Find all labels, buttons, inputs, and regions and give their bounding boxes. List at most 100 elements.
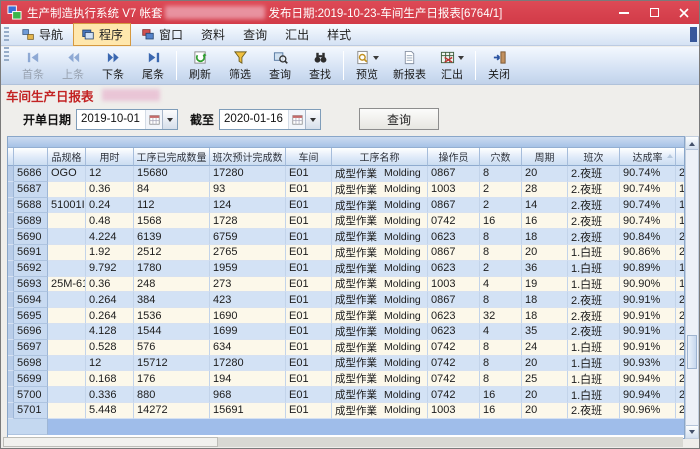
table-row[interactable]: 56904.22461396759E01成型作業Molding06238182.… xyxy=(8,229,684,245)
cell-process[interactable]: 成型作業Molding xyxy=(332,182,428,198)
cell-hours[interactable]: 0.168 xyxy=(86,371,134,387)
horizontal-scroll-thumb[interactable] xyxy=(3,437,218,447)
cell-operator[interactable]: 0623 xyxy=(428,261,480,277)
cell-extra[interactable]: 2 xyxy=(676,245,685,261)
cell-rate[interactable]: 90.90% xyxy=(620,277,676,293)
scroll-down-icon[interactable] xyxy=(686,425,698,438)
cell-cycle[interactable]: 16 xyxy=(522,213,568,229)
vertical-scroll-thumb[interactable] xyxy=(687,335,697,369)
cell-done[interactable]: 1568 xyxy=(134,213,210,229)
cell-workshop[interactable]: E01 xyxy=(286,371,332,387)
cell-done[interactable]: 6139 xyxy=(134,229,210,245)
cell-plan[interactable]: 634 xyxy=(210,340,286,356)
row-number-cell[interactable]: 5686 xyxy=(14,166,48,182)
cell-plan[interactable]: 968 xyxy=(210,387,286,403)
dropdown-arrow-icon[interactable] xyxy=(373,56,379,63)
end-date-input[interactable]: 2020-01-16 xyxy=(219,109,321,130)
cell-extra[interactable]: 2 xyxy=(676,308,685,324)
cell-cavities[interactable]: 2 xyxy=(480,198,522,214)
cell-hours[interactable]: 0.48 xyxy=(86,213,134,229)
cell-cycle[interactable]: 18 xyxy=(522,308,568,324)
cell-operator[interactable]: 0867 xyxy=(428,198,480,214)
export-button[interactable]: 汇出 xyxy=(432,47,472,84)
cell-shift[interactable]: 2.夜班 xyxy=(568,324,620,340)
cell-cycle[interactable]: 14 xyxy=(522,198,568,214)
row-number-cell[interactable]: 5695 xyxy=(14,308,48,324)
column-header-operator[interactable]: 操作员 xyxy=(428,148,480,166)
cell-operator[interactable]: 0867 xyxy=(428,245,480,261)
cell-extra[interactable]: 1 xyxy=(676,213,685,229)
cell-workshop[interactable]: E01 xyxy=(286,166,332,182)
cell-rate[interactable]: 90.74% xyxy=(620,166,676,182)
cell-cavities[interactable]: 2 xyxy=(480,182,522,198)
cell-workshop[interactable]: E01 xyxy=(286,245,332,261)
table-row[interactable]: 5686OGO121568017280E01成型作業Molding0867820… xyxy=(8,166,684,182)
cell-operator[interactable]: 0623 xyxy=(428,308,480,324)
cell-cavities[interactable]: 16 xyxy=(480,403,522,419)
cell-process[interactable]: 成型作業Molding xyxy=(332,261,428,277)
column-header-done[interactable]: 工序已完成数量 xyxy=(134,148,210,166)
cell-spec[interactable] xyxy=(48,182,86,198)
cell-process[interactable]: 成型作業Molding xyxy=(332,277,428,293)
dropdown-arrow-icon[interactable] xyxy=(458,56,464,63)
cell-extra[interactable]: 2 xyxy=(676,166,685,182)
cell-hours[interactable]: 12 xyxy=(86,356,134,372)
cell-cycle[interactable]: 20 xyxy=(522,245,568,261)
cell-spec[interactable] xyxy=(48,229,86,245)
row-number-cell[interactable]: 5693 xyxy=(14,277,48,293)
cell-spec[interactable] xyxy=(48,340,86,356)
cell-workshop[interactable]: E01 xyxy=(286,182,332,198)
cell-workshop[interactable]: E01 xyxy=(286,324,332,340)
table-row[interactable]: 56940.264384423E01成型作業Molding08678182.夜班… xyxy=(8,292,684,308)
cell-shift[interactable]: 1.白班 xyxy=(568,356,620,372)
cell-workshop[interactable]: E01 xyxy=(286,403,332,419)
cell-workshop[interactable]: E01 xyxy=(286,213,332,229)
cell-extra[interactable]: 2 xyxy=(676,229,685,245)
row-number-cell[interactable]: 5698 xyxy=(14,356,48,372)
cell-cycle[interactable]: 36 xyxy=(522,261,568,277)
cell-hours[interactable]: 5.448 xyxy=(86,403,134,419)
column-header-hours[interactable]: 用时 xyxy=(86,148,134,166)
cell-rate[interactable]: 90.91% xyxy=(620,340,676,356)
table-row[interactable]: 569325M-610.36248273E01成型作業Molding100341… xyxy=(8,277,684,293)
cell-shift[interactable]: 2.夜班 xyxy=(568,229,620,245)
cell-extra[interactable]: 2 xyxy=(676,356,685,372)
query-button[interactable]: 查询 xyxy=(359,108,439,130)
cell-cycle[interactable]: 19 xyxy=(522,277,568,293)
table-row[interactable]: 56911.9225122765E01成型作業Molding08678201.白… xyxy=(8,245,684,261)
cell-workshop[interactable]: E01 xyxy=(286,229,332,245)
cell-cavities[interactable]: 8 xyxy=(480,356,522,372)
cell-plan[interactable]: 1959 xyxy=(210,261,286,277)
cell-cycle[interactable]: 24 xyxy=(522,340,568,356)
new-report-button[interactable]: 新报表 xyxy=(387,47,432,84)
cell-hours[interactable]: 0.528 xyxy=(86,340,134,356)
column-header-extra[interactable] xyxy=(676,148,685,166)
scroll-up-icon[interactable] xyxy=(686,137,698,150)
cell-rate[interactable]: 90.74% xyxy=(620,213,676,229)
maximize-button[interactable] xyxy=(639,1,669,24)
row-number-cell[interactable]: 5687 xyxy=(14,182,48,198)
table-row[interactable]: 57000.336880968E01成型作業Molding074216201.白… xyxy=(8,387,684,403)
cell-extra[interactable]: 1 xyxy=(676,277,685,293)
cell-process[interactable]: 成型作業Molding xyxy=(332,356,428,372)
column-header-rate[interactable]: 达成率 xyxy=(620,148,676,166)
column-header-process[interactable]: 工序名称 xyxy=(332,148,428,166)
cell-rate[interactable]: 90.91% xyxy=(620,292,676,308)
cell-rate[interactable]: 90.89% xyxy=(620,261,676,277)
last-record-button[interactable]: 尾条 xyxy=(133,47,173,84)
cell-cycle[interactable]: 20 xyxy=(522,166,568,182)
cell-rate[interactable]: 90.91% xyxy=(620,324,676,340)
cell-done[interactable]: 1780 xyxy=(134,261,210,277)
cell-shift[interactable]: 2.夜班 xyxy=(568,182,620,198)
cell-hours[interactable]: 0.264 xyxy=(86,308,134,324)
row-number-cell[interactable]: 5692 xyxy=(14,261,48,277)
cell-shift[interactable]: 2.夜班 xyxy=(568,308,620,324)
row-number-cell[interactable]: 5689 xyxy=(14,213,48,229)
cell-operator[interactable]: 1003 xyxy=(428,182,480,198)
cell-plan[interactable]: 124 xyxy=(210,198,286,214)
cell-shift[interactable]: 2.夜班 xyxy=(568,403,620,419)
calendar-icon[interactable] xyxy=(288,110,305,129)
cell-cycle[interactable]: 25 xyxy=(522,371,568,387)
cell-operator[interactable]: 0742 xyxy=(428,356,480,372)
row-number-cell[interactable]: 5697 xyxy=(14,340,48,356)
